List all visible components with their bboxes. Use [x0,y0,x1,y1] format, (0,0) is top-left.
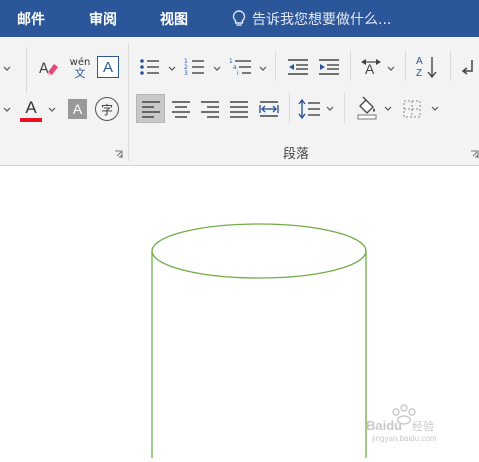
tab-mailings[interactable]: 邮件 [17,9,45,29]
align-left-button[interactable] [136,94,165,123]
separator [405,51,406,81]
phonetic-guide-bottom: 文 [74,66,86,80]
lightbulb-icon [232,10,246,26]
font-color-dropdown-arrow[interactable] [48,107,56,113]
decrease-indent-button[interactable] [285,55,311,79]
svg-text:Baidu: Baidu [366,418,402,433]
numbering-button[interactable]: 1 2 3 [183,55,207,79]
borders-button[interactable] [400,95,424,122]
distributed-icon [259,100,279,117]
bullets-dropdown-arrow[interactable] [168,66,176,72]
shading-dropdown-arrow[interactable] [384,106,392,112]
svg-text:3: 3 [184,70,188,77]
multilevel-list-dropdown-arrow[interactable] [259,66,267,72]
separator [350,51,351,81]
separator [26,47,27,93]
svg-text:经验: 经验 [412,419,434,433]
character-border-button[interactable]: A [97,56,119,78]
baidu-watermark-logo: Baidu 经验 jingyan.baidu.com [366,404,437,443]
paragraph-mark-icon [461,60,473,75]
group-separator [128,43,129,161]
paint-bucket-icon [357,96,377,120]
line-spacing-icon [298,98,320,119]
tell-me-search[interactable]: 告诉我您想要做什么... [232,8,391,30]
show-hide-marks-button[interactable] [458,55,479,79]
clear-formatting-icon: A [39,61,58,77]
distributed-button[interactable] [256,95,282,122]
paragraph-group-label: 段落 [283,147,310,162]
phonetic-guide-button[interactable]: wén 文 [66,53,94,83]
clear-formatting-button[interactable]: A [36,57,62,79]
character-shading-button[interactable]: A [68,99,87,119]
separator [450,51,451,81]
tab-view[interactable]: 视图 [160,9,188,29]
font-color-label: A [25,97,37,117]
increase-indent-button[interactable] [316,55,342,79]
line-spacing-button[interactable] [297,95,323,122]
borders-icon [403,100,421,117]
font-color-bar [20,117,42,122]
align-right-button[interactable] [197,95,223,122]
text-direction-button[interactable]: A [358,55,384,79]
multilevel-list-button[interactable]: 1 a i [228,55,256,79]
svg-text:i: i [237,70,239,77]
character-border-label: A [102,58,113,76]
font-color-button[interactable]: A [18,97,44,123]
numbering-icon: 1 2 3 [184,58,204,77]
text-direction-dropdown-arrow[interactable] [387,66,395,72]
text-direction-icon: A [361,59,381,77]
tab-review[interactable]: 审阅 [89,9,117,29]
dropdown-arrow[interactable] [3,107,11,113]
cylinder-top-ellipse [151,223,367,279]
separator [275,51,276,81]
increase-indent-icon [319,59,339,75]
align-center-icon [172,100,190,118]
justify-button[interactable] [226,95,252,122]
separator [344,93,345,123]
align-left-icon [141,100,160,118]
svg-text:A: A [416,56,423,67]
svg-text:A: A [39,61,49,77]
justify-icon [230,100,248,118]
decrease-indent-icon [288,59,308,75]
separator [289,93,290,123]
tell-me-text: 告诉我您想要做什么... [252,12,392,28]
ribbon-home: A wén 文 A A A 字 1 2 3 1 a i A A Z 段落 [0,37,479,166]
character-shading-label: A [72,101,83,117]
ribbon-tab-bar: 邮件 审阅 视图 告诉我您想要做什么... [0,0,479,37]
sort-az-icon: A Z [416,56,437,79]
line-spacing-dropdown-arrow[interactable] [326,106,334,112]
enclose-characters-label: 字 [100,102,113,117]
shading-button[interactable] [354,94,380,122]
font-dialog-launcher-icon[interactable] [114,150,123,159]
borders-dropdown-arrow[interactable] [431,106,439,112]
sort-button[interactable]: A Z [414,53,440,81]
bullets-icon [140,59,159,75]
bullets-button[interactable] [138,55,162,79]
svg-text:Z: Z [416,68,422,79]
font-size-dropdown-arrow[interactable] [3,66,11,72]
enclose-characters-button[interactable]: 字 [95,97,119,121]
paragraph-dialog-launcher-icon[interactable] [470,150,479,159]
svg-text:jingyan.baidu.com: jingyan.baidu.com [371,434,437,443]
svg-text:A: A [365,61,375,77]
multilevel-list-icon: 1 a i [229,58,251,77]
phonetic-guide-top: wén [69,56,91,68]
align-right-icon [201,100,219,118]
numbering-dropdown-arrow[interactable] [213,66,221,72]
align-center-button[interactable] [168,95,194,122]
